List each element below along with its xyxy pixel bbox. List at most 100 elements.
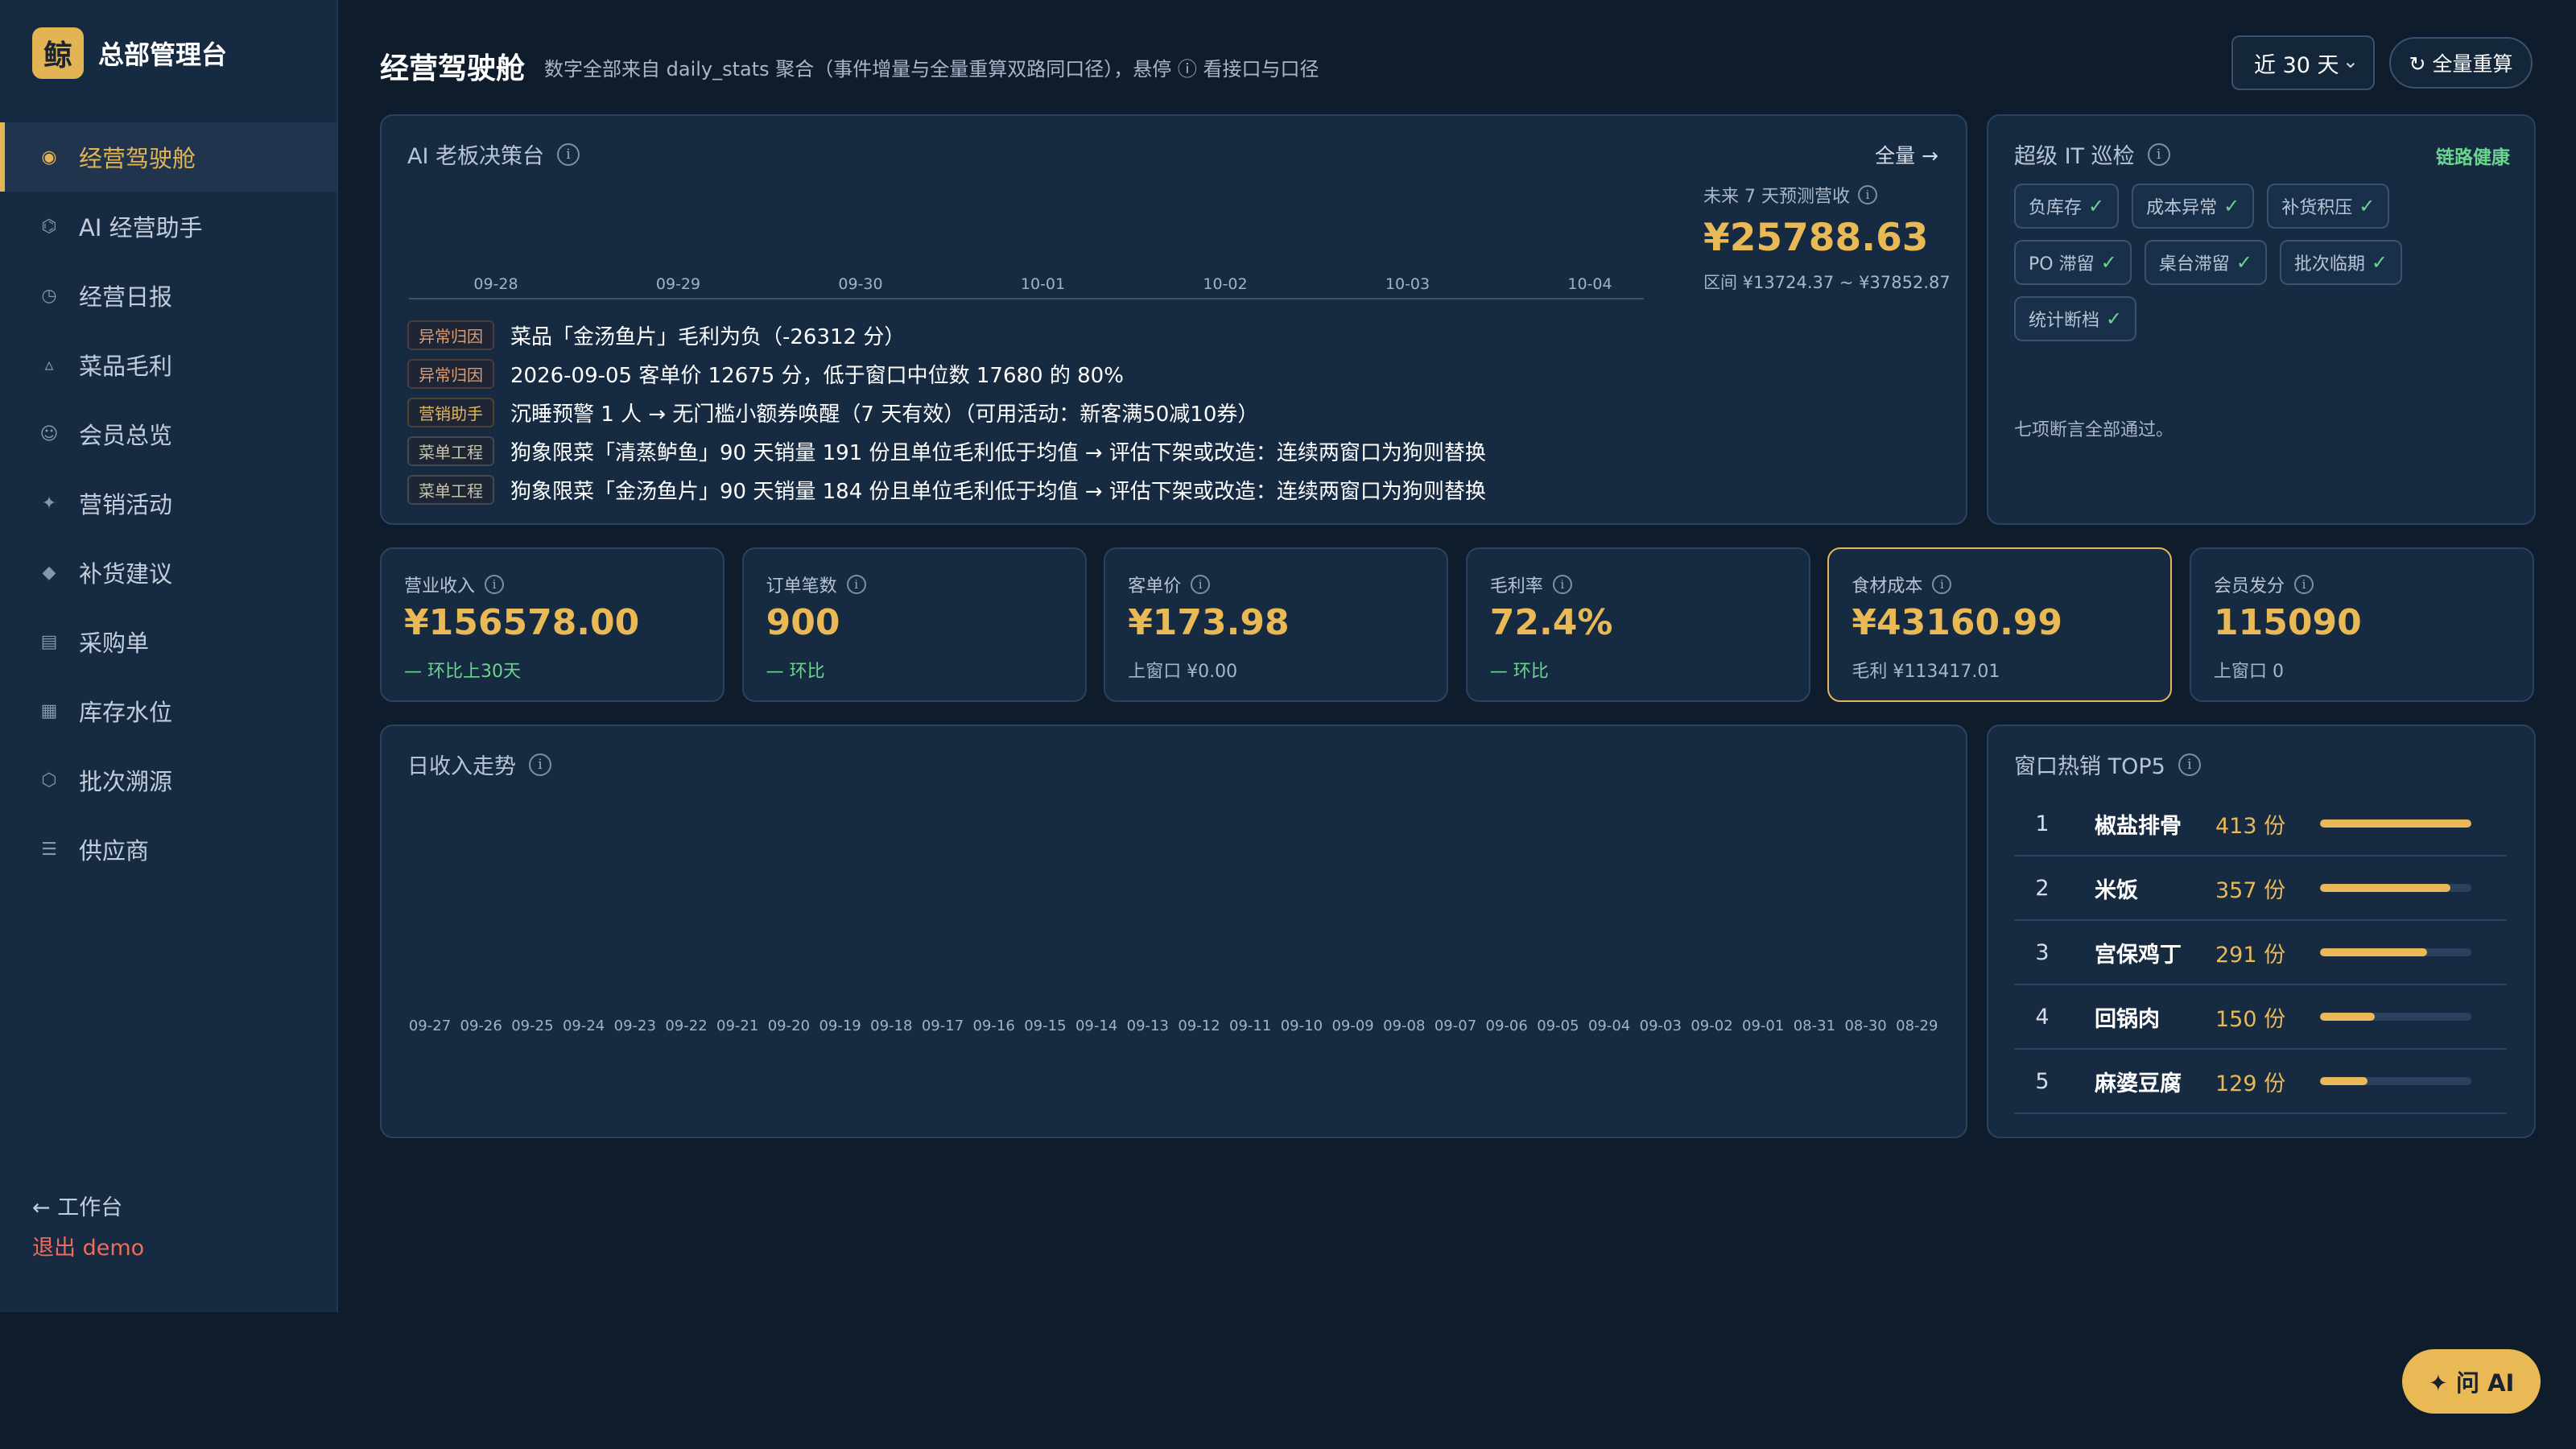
top5-row[interactable]: 5 麻婆豆腐 129 份 (2014, 1050, 2507, 1114)
check-chip[interactable]: 批次临期 ✓ (2279, 240, 2402, 285)
dish-icon: ▵ (44, 354, 54, 375)
kpi-sub: — 环比 (766, 662, 825, 682)
batch-icon: ⬡ (41, 770, 57, 791)
logout-link[interactable]: 退出 demo (32, 1228, 144, 1269)
ai-decision-title-text: AI 老板决策台 (407, 144, 545, 169)
ai-view-all-link[interactable]: 全量 → (1875, 140, 1938, 169)
trend-axis-label: 09-15 (1024, 1018, 1067, 1034)
check-mark-icon: ✓ (2223, 195, 2240, 217)
trend-axis-label: 09-25 (511, 1018, 554, 1034)
sidebar-item-label: 采购单 (79, 630, 150, 657)
sidebar-item[interactable]: ▤ 采购单 (0, 607, 336, 676)
trend-axis-label: 08-31 (1793, 1018, 1836, 1034)
restock-icon: ◆ (42, 562, 56, 583)
sidebar-item[interactable]: ◉ 经营驾驶舱 (0, 122, 336, 192)
sidebar-item[interactable]: ✦ 营销活动 (0, 469, 336, 538)
back-to-workbench-link[interactable]: ← 工作台 (32, 1188, 144, 1228)
trend-axis-label: 09-22 (665, 1018, 708, 1034)
kpi-card[interactable]: 毛利率 i 72.4% — 环比 (1465, 547, 1810, 702)
sidebar-item-label: 经营驾驶舱 (79, 145, 196, 172)
top5-name: 椒盐排骨 (2095, 813, 2182, 839)
info-icon[interactable]: i (2294, 575, 2314, 594)
check-chip[interactable]: PO 滞留 ✓ (2014, 240, 2132, 285)
trend-axis-label: 09-20 (767, 1018, 811, 1034)
kpi-label-text: 客单价 (1128, 576, 1182, 597)
sidebar-item[interactable]: ⬡ 批次溯源 (0, 745, 336, 815)
kpi-card[interactable]: 营业收入 i ¥156578.00 — 环比上30天 (380, 547, 724, 702)
info-icon[interactable]: i (1932, 575, 1952, 594)
check-chip-label: 批次临期 (2293, 254, 2365, 275)
top5-row[interactable]: 2 米饭 357 份 (2014, 857, 2507, 921)
sidebar-item[interactable]: ▵ 菜品毛利 (0, 330, 336, 399)
kpi-card[interactable]: 客单价 i ¥173.98 上窗口 ¥0.00 (1104, 547, 1449, 702)
top5-rank: 1 (2035, 811, 2050, 836)
forecast-axis-label: 09-30 (838, 275, 883, 293)
check-chip[interactable]: 负库存 ✓ (2014, 184, 2120, 229)
top5-rank: 4 (2035, 1004, 2050, 1030)
sidebar-item-label: 会员总览 (79, 422, 173, 449)
alert-tag: 营销助手 (407, 397, 494, 427)
check-chip[interactable]: 统计断档 ✓ (2014, 296, 2137, 341)
trend-axis-label: 09-24 (562, 1018, 605, 1034)
check-chip[interactable]: 补货积压 ✓ (2267, 184, 2390, 229)
kpi-card[interactable]: 会员发分 i 115090 上窗口 0 (2190, 547, 2534, 702)
full-recalc-button[interactable]: ↻ 全量重算 (2389, 37, 2533, 89)
trend-axis-label: 09-14 (1075, 1018, 1118, 1034)
check-chip-label: 负库存 (2029, 198, 2083, 218)
top5-row[interactable]: 3 宫保鸡丁 291 份 (2014, 921, 2507, 985)
check-mark-icon: ✓ (2088, 195, 2105, 217)
info-icon[interactable]: i (2147, 142, 2170, 166)
sidebar-item[interactable]: ▦ 库存水位 (0, 676, 336, 745)
alert-item[interactable]: 营销助手 沉睡预警 1 人 → 无门槛小额券唤醒（7 天有效）（可用活动：新客满5… (407, 393, 1486, 431)
kpi-card[interactable]: 订单笔数 i 900 — 环比 (741, 547, 1087, 702)
kpi-card[interactable]: 食材成本 i ¥43160.99 毛利 ¥113417.01 (1827, 547, 2173, 702)
alert-tag: 菜单工程 (407, 436, 494, 466)
sidebar-item[interactable]: ☰ 供应商 (0, 815, 336, 884)
check-chip[interactable]: 成本异常 ✓ (2132, 184, 2255, 229)
check-chip-label: 成本异常 (2146, 198, 2218, 218)
forecast-axis-line (409, 298, 1644, 299)
check-chip-label: PO 滞留 (2029, 254, 2095, 275)
alert-item[interactable]: 菜单工程 狗象限菜「清蒸鲈鱼」90 天销量 191 份且单位毛利低于均值 → 评估… (407, 431, 1486, 470)
top5-row[interactable]: 1 椒盐排骨 413 份 (2014, 792, 2507, 857)
ai-decision-title: AI 老板决策台 i (407, 138, 580, 170)
info-icon[interactable]: i (2178, 753, 2201, 776)
sidebar-item[interactable]: ☺ 会员总览 (0, 399, 336, 469)
daily-revenue-title: 日收入走势 i (407, 749, 551, 780)
info-icon[interactable]: i (846, 575, 866, 594)
info-icon[interactable]: i (529, 753, 551, 776)
kpi-value: 115090 (2214, 602, 2362, 643)
sidebar-item[interactable]: ⌬ AI 经营助手 (0, 192, 336, 261)
alert-tag: 异常归因 (407, 320, 494, 350)
ask-ai-button[interactable]: ✦ 问 AI (2402, 1349, 2541, 1414)
alert-text: 2026-09-05 客单价 12675 分，低于窗口中位数 17680 的 8… (510, 363, 1124, 388)
top5-row[interactable]: 4 回锅肉 150 份 (2014, 985, 2507, 1050)
trend-axis-label: 09-06 (1485, 1018, 1528, 1034)
kpi-label-text: 订单笔数 (766, 576, 837, 597)
info-icon[interactable]: i (1552, 575, 1572, 594)
info-icon[interactable]: i (557, 142, 580, 166)
info-icon[interactable]: i (485, 575, 505, 594)
check-mark-icon: ✓ (2235, 251, 2252, 274)
check-chip[interactable]: 桌台滞留 ✓ (2144, 240, 2267, 285)
info-icon[interactable]: i (1191, 575, 1211, 594)
page-description: 数字全部来自 daily_stats 聚合（事件增量与全量重算双路同口径），悬停… (544, 58, 1319, 80)
trend-axis-label: 09-21 (716, 1018, 759, 1034)
top5-count: 357 份 (2215, 877, 2286, 903)
top5-count: 413 份 (2215, 813, 2286, 839)
alert-item[interactable]: 菜单工程 狗象限菜「金汤鱼片」90 天销量 184 份且单位毛利低于均值 → 评估… (407, 470, 1486, 509)
date-range-select[interactable]: 近 30 天 ⌄ (2231, 35, 2375, 90)
kpi-label-text: 毛利率 (1489, 576, 1543, 597)
sidebar-item[interactable]: ◷ 经营日报 (0, 261, 336, 330)
alert-item[interactable]: 异常归因 菜品「金汤鱼片」毛利为负（-26312 分） (407, 316, 1486, 354)
brand[interactable]: 鲸 总部管理台 (32, 27, 227, 79)
check-chip-label: 补货积压 (2281, 198, 2353, 218)
alert-item[interactable]: 异常归因 2026-09-05 客单价 12675 分，低于窗口中位数 17680… (407, 354, 1486, 393)
trend-axis-label: 09-04 (1587, 1018, 1631, 1034)
kpi-label: 营业收入 i (404, 572, 505, 597)
sidebar-item[interactable]: ◆ 补货建议 (0, 538, 336, 607)
top5-bar-fill (2320, 819, 2471, 828)
info-icon[interactable]: i (1857, 185, 1877, 204)
trend-axis-label: 09-11 (1229, 1018, 1272, 1034)
kpi-sub: 毛利 ¥113417.01 (1852, 662, 2000, 682)
